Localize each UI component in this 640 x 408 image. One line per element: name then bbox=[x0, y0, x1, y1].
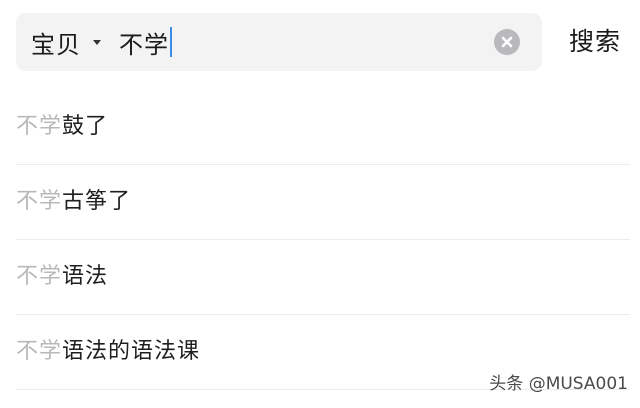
search-scope-label: 宝贝 bbox=[31, 30, 81, 59]
suggestion-text: 不学鼓了 bbox=[16, 112, 108, 142]
watermark: 头条 @MUSA001 bbox=[489, 374, 628, 394]
caret-down-icon bbox=[93, 40, 101, 45]
suggestion-completion: 鼓了 bbox=[62, 114, 109, 139]
text-cursor bbox=[170, 27, 172, 57]
search-bar: 宝贝 不学 bbox=[16, 13, 542, 71]
suggestion-text: 不学语法的语法课 bbox=[16, 337, 200, 367]
suggestion-item[interactable]: 不学语法 bbox=[16, 240, 630, 315]
suggestion-prefix: 不学 bbox=[16, 264, 63, 289]
suggestion-prefix: 不学 bbox=[16, 189, 63, 214]
search-query-text: 不学 bbox=[119, 30, 169, 59]
suggestion-item[interactable]: 不学古筝了 bbox=[16, 165, 630, 240]
suggestion-completion: 古筝了 bbox=[62, 189, 132, 214]
search-scope-dropdown[interactable]: 宝贝 bbox=[31, 13, 101, 71]
search-screen: 宝贝 不学 搜索 不学鼓了 不学古筝了 不学语法 不学语法的语法课 头条 @MU… bbox=[0, 0, 640, 408]
suggestion-text: 不学语法 bbox=[16, 262, 108, 292]
suggestion-text: 不学古筝了 bbox=[16, 187, 131, 217]
clear-button[interactable] bbox=[494, 29, 520, 55]
suggestion-prefix: 不学 bbox=[16, 339, 63, 364]
suggestion-completion: 语法 bbox=[62, 264, 109, 289]
suggestion-prefix: 不学 bbox=[16, 114, 63, 139]
clear-x-icon bbox=[501, 36, 513, 48]
suggestion-item[interactable]: 不学鼓了 bbox=[16, 90, 630, 165]
suggestion-list: 不学鼓了 不学古筝了 不学语法 不学语法的语法课 bbox=[16, 90, 630, 390]
search-button[interactable]: 搜索 bbox=[569, 25, 621, 59]
search-input[interactable]: 不学 bbox=[119, 13, 542, 71]
suggestion-completion: 语法的语法课 bbox=[62, 339, 201, 364]
